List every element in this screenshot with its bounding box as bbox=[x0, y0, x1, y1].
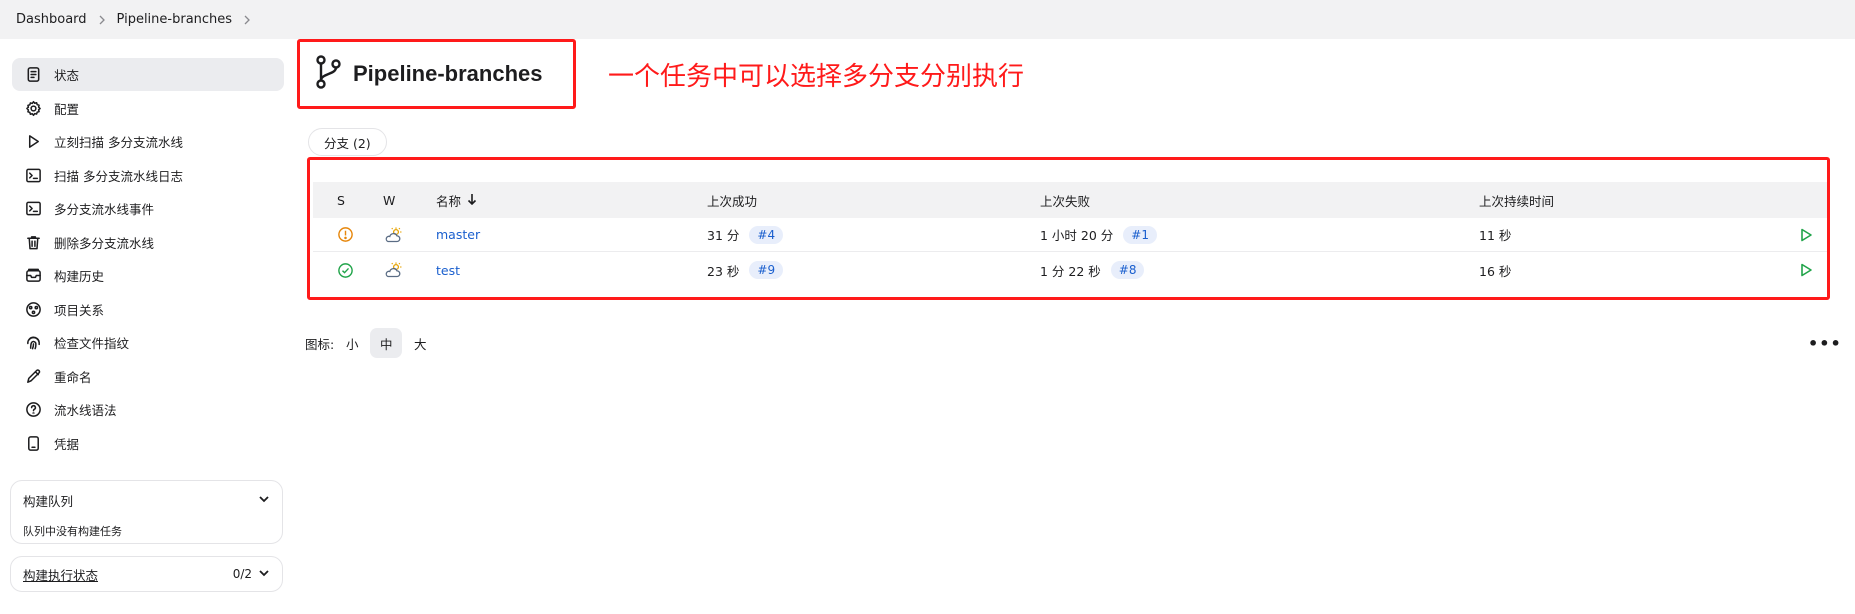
last-failure-time: 1 分 22 秒 bbox=[1040, 263, 1101, 279]
sort-down-icon bbox=[461, 193, 477, 208]
build-queue-header[interactable]: 构建队列 bbox=[23, 491, 270, 510]
last-success-cell: 23 秒 #9 bbox=[707, 261, 784, 280]
run-build-icon[interactable] bbox=[1799, 263, 1813, 277]
sidebar-item-label: 项目关系 bbox=[54, 302, 105, 318]
breadcrumb-pipeline[interactable]: Pipeline-branches bbox=[117, 12, 233, 27]
icon-size-selector: 图标: 小 中 大 bbox=[305, 328, 436, 358]
gear-icon bbox=[24, 99, 42, 117]
tab-branches[interactable]: 分支 (2) bbox=[308, 128, 387, 156]
table-row: test 23 秒 #9 1 分 22 秒 #8 16 秒 bbox=[313, 253, 1827, 287]
last-duration: 16 秒 bbox=[1479, 263, 1512, 279]
sidebar-item-status[interactable]: 状态 bbox=[12, 58, 284, 91]
branch-link-test[interactable]: test bbox=[436, 263, 460, 278]
sidebar-item-scan-now[interactable]: 立刻扫描 多分支流水线 bbox=[12, 125, 284, 158]
credentials-icon bbox=[24, 434, 42, 452]
build-badge[interactable]: #1 bbox=[1123, 225, 1157, 244]
icon-size-small[interactable]: 小 bbox=[336, 328, 368, 358]
fingerprint-icon bbox=[24, 334, 42, 352]
build-queue-card: 构建队列 队列中没有构建任务 bbox=[10, 480, 283, 544]
branch-link-master[interactable]: master bbox=[436, 227, 480, 242]
play-icon bbox=[24, 133, 42, 151]
sidebar-item-label: 流水线语法 bbox=[54, 403, 117, 418]
sidebar-item-label: 凭据 bbox=[54, 436, 80, 452]
sidebar-item-label: 立刻扫描 多分支流水线 bbox=[54, 135, 183, 150]
chevron-right-icon[interactable] bbox=[97, 15, 107, 25]
build-queue-empty: 队列中没有构建任务 bbox=[23, 525, 122, 538]
terminal-icon bbox=[24, 200, 42, 218]
build-badge[interactable]: #9 bbox=[749, 261, 784, 279]
chevron-down-icon[interactable] bbox=[258, 493, 270, 508]
success-status-icon[interactable] bbox=[337, 262, 354, 279]
sidebar: 状态 配置 立刻扫描 多分支流水线 扫描 多分支流水线日志 多分支流水线事件 删… bbox=[12, 58, 284, 460]
breadcrumb-dashboard[interactable]: Dashboard bbox=[16, 12, 87, 27]
header-last-duration[interactable]: 上次持续时间 bbox=[1479, 191, 1554, 210]
last-success-time: 31 分 bbox=[707, 228, 740, 243]
sidebar-item-label: 多分支流水线事件 bbox=[54, 202, 155, 217]
sidebar-item-build-history[interactable]: 构建历史 bbox=[12, 259, 284, 292]
header-last-success[interactable]: 上次成功 bbox=[707, 191, 757, 210]
header-w: W bbox=[383, 192, 396, 208]
sidebar-item-label: 重命名 bbox=[54, 369, 92, 385]
sidebar-item-label: 状态 bbox=[54, 68, 80, 83]
sidebar-item-label: 检查文件指纹 bbox=[54, 336, 130, 351]
executor-status-card: 构建执行状态 0/2 bbox=[10, 556, 283, 592]
sidebar-item-credentials[interactable]: 凭据 bbox=[12, 427, 284, 460]
table-row: master 31 分 #4 1 小时 20 分 #1 11 秒 bbox=[313, 218, 1827, 252]
sidebar-item-scan-log[interactable]: 扫描 多分支流水线日志 bbox=[12, 159, 284, 192]
partly-cloudy-weather-icon[interactable] bbox=[383, 226, 403, 244]
unstable-status-icon[interactable] bbox=[337, 226, 354, 243]
branch-icon bbox=[313, 54, 343, 94]
annotation-text: 一个任务中可以选择多分支分别执行 bbox=[608, 62, 1025, 92]
table-header: S W 名称 上次成功 上次失败 上次持续时间 bbox=[313, 182, 1827, 218]
header-last-failure[interactable]: 上次失败 bbox=[1040, 191, 1090, 210]
icon-size-large[interactable]: 大 bbox=[404, 328, 436, 358]
header-s: S bbox=[337, 192, 345, 208]
last-failure-cell: 1 分 22 秒 #8 bbox=[1040, 261, 1145, 280]
partly-cloudy-weather-icon[interactable] bbox=[383, 261, 403, 279]
pencil-icon bbox=[24, 367, 42, 385]
header-name-label: 名称 bbox=[436, 193, 462, 209]
last-success-cell: 31 分 #4 bbox=[707, 225, 784, 244]
relation-icon bbox=[24, 300, 42, 318]
build-badge[interactable]: #4 bbox=[749, 225, 784, 244]
icon-size-label: 图标: bbox=[305, 336, 335, 352]
build-badge[interactable]: #8 bbox=[1110, 261, 1145, 279]
last-duration: 11 秒 bbox=[1479, 228, 1512, 243]
document-icon bbox=[24, 66, 42, 84]
icon-size-medium[interactable]: 中 bbox=[370, 328, 403, 358]
sidebar-item-events[interactable]: 多分支流水线事件 bbox=[12, 192, 284, 225]
sidebar-item-label: 构建历史 bbox=[54, 269, 105, 284]
header-name[interactable]: 名称 bbox=[436, 191, 477, 210]
trash-icon bbox=[24, 233, 42, 251]
page-title: Pipeline-branches bbox=[353, 61, 543, 86]
history-icon bbox=[24, 267, 42, 285]
sidebar-item-relations[interactable]: 项目关系 bbox=[12, 293, 284, 326]
sidebar-item-label: 配置 bbox=[54, 101, 80, 117]
executor-status-link[interactable]: 构建执行状态 bbox=[23, 565, 98, 584]
run-build-icon[interactable] bbox=[1799, 228, 1813, 242]
page-title-box: Pipeline-branches bbox=[297, 39, 576, 109]
help-icon bbox=[24, 401, 42, 419]
build-queue-title: 构建队列 bbox=[23, 494, 74, 509]
chevron-down-icon[interactable] bbox=[258, 567, 270, 582]
breadcrumb: Dashboard Pipeline-branches bbox=[0, 0, 1855, 39]
terminal-icon bbox=[24, 166, 42, 184]
sidebar-item-pipeline-syntax[interactable]: 流水线语法 bbox=[12, 393, 284, 426]
last-failure-time: 1 小时 20 分 bbox=[1040, 228, 1114, 243]
sidebar-item-label: 删除多分支流水线 bbox=[54, 235, 155, 251]
chevron-right-icon[interactable] bbox=[242, 15, 252, 25]
sidebar-item-configure[interactable]: 配置 bbox=[12, 92, 284, 125]
sidebar-item-label: 扫描 多分支流水线日志 bbox=[54, 168, 183, 184]
last-failure-cell: 1 小时 20 分 #1 bbox=[1040, 225, 1157, 244]
sidebar-item-rename[interactable]: 重命名 bbox=[12, 360, 284, 393]
sidebar-item-fingerprint[interactable]: 检查文件指纹 bbox=[12, 326, 284, 359]
executor-count: 0/2 bbox=[232, 567, 252, 581]
sidebar-item-delete[interactable]: 删除多分支流水线 bbox=[12, 226, 284, 259]
last-success-time: 23 秒 bbox=[707, 263, 740, 279]
branch-table: S W 名称 上次成功 上次失败 上次持续时间 master 31 分 #4 1… bbox=[307, 157, 1830, 300]
more-options-icon[interactable]: ••• bbox=[1808, 334, 1842, 353]
